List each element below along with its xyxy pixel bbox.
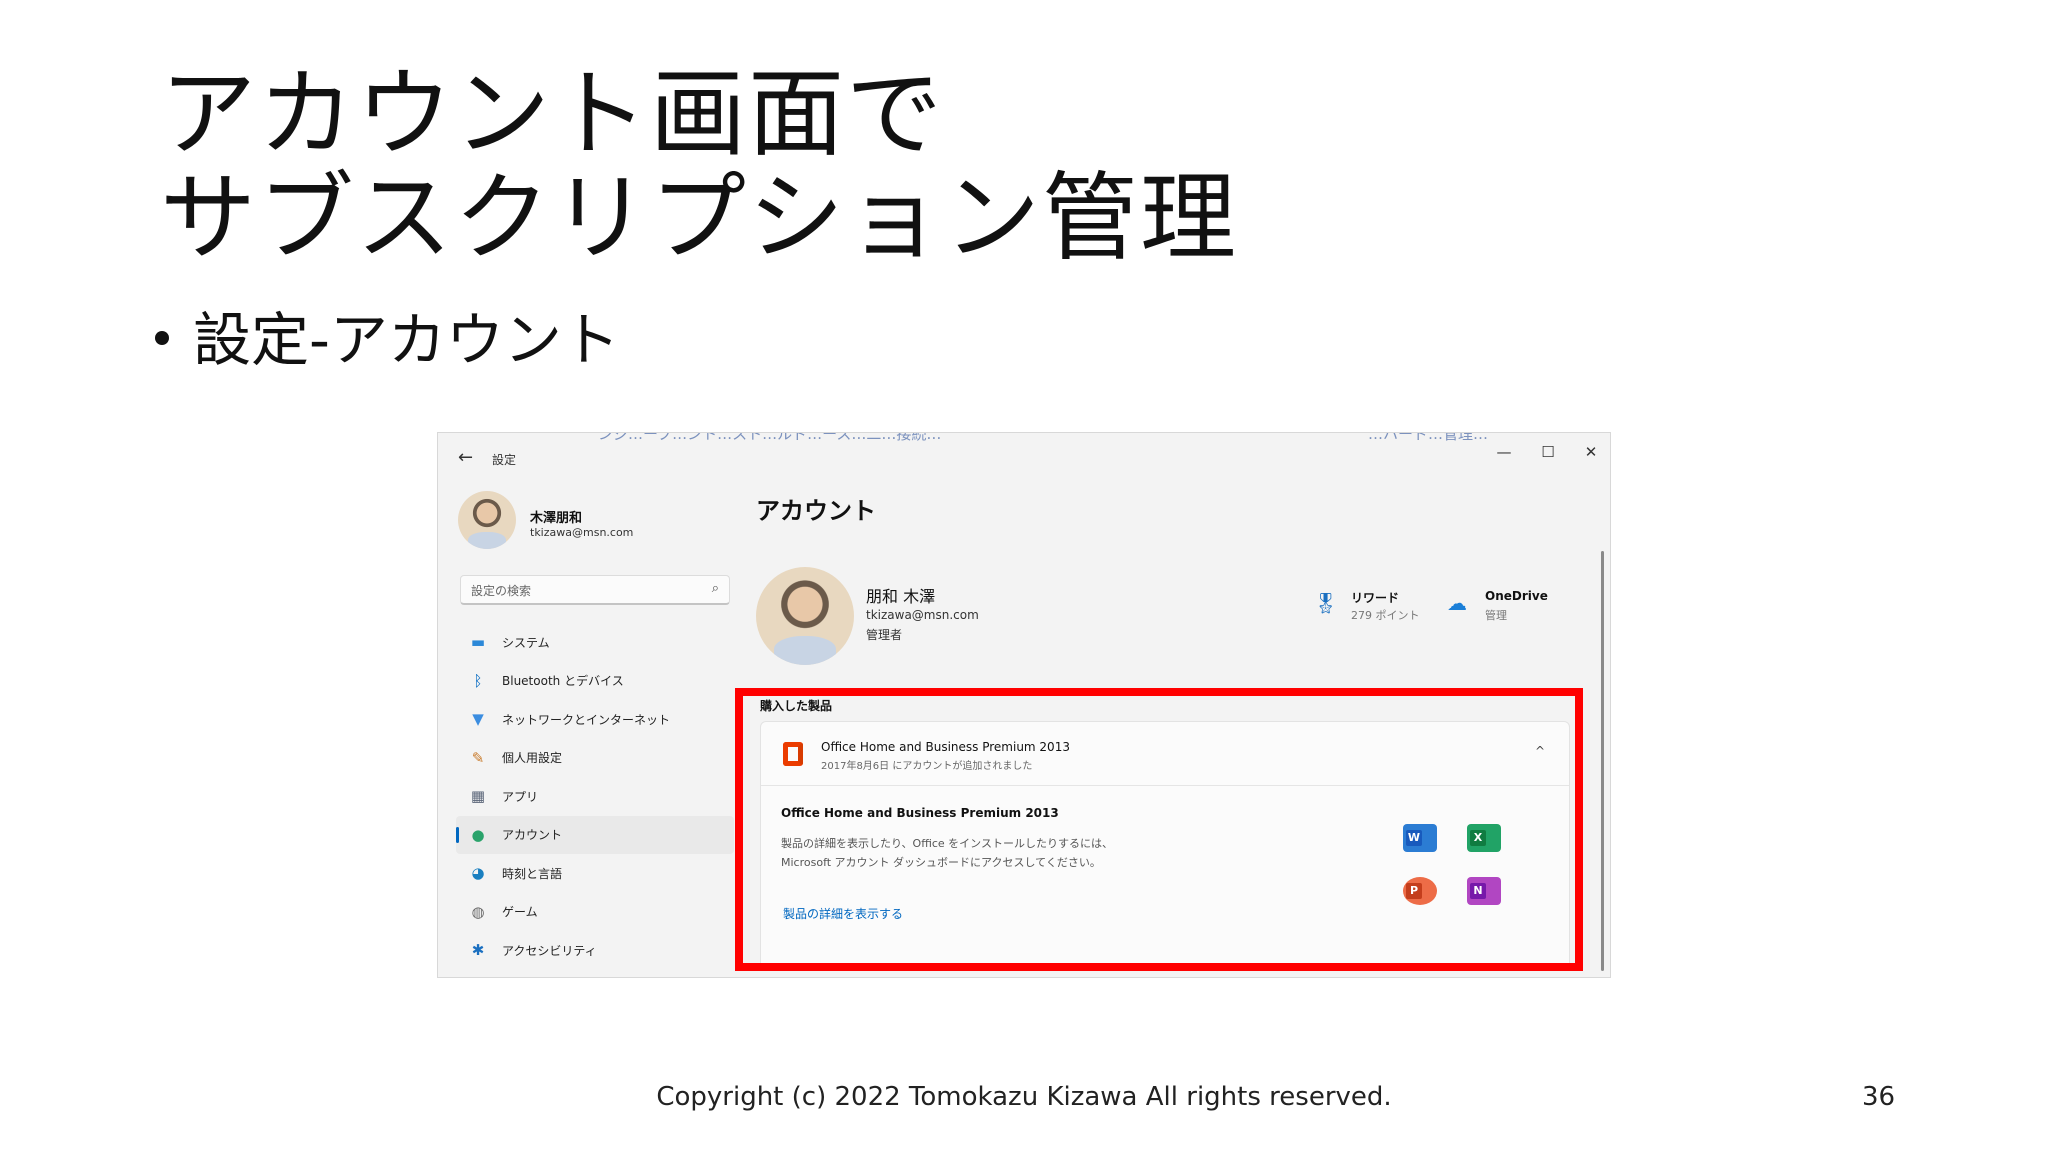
bullet-item: 設定-アカウント xyxy=(155,305,620,375)
slide-title-line2: サブスクリプション管理 xyxy=(160,162,1238,274)
title-bar: ← 設定 — ☐ ✕ xyxy=(438,433,1610,477)
sidebar-user-email: tkizawa@msn.com xyxy=(530,526,634,539)
rewards-subtitle: 279 ポイント xyxy=(1351,609,1420,622)
sidebar-item-3[interactable]: ✎ 個人用設定 xyxy=(456,739,734,778)
scrollbar[interactable] xyxy=(1601,551,1604,971)
profile-name: 朋和 木澤 xyxy=(866,587,936,606)
window-title: 設定 xyxy=(492,453,517,467)
close-button[interactable]: ✕ xyxy=(1576,441,1606,463)
sidebar-item-label: アクセシビリティ xyxy=(502,943,597,958)
sidebar-user-name: 木澤朋和 xyxy=(530,511,583,526)
highlight-box xyxy=(735,688,1583,971)
apps-icon: ▦ xyxy=(470,787,486,806)
sidebar-item-label: 時刻と言語 xyxy=(502,866,563,881)
sidebar-item-label: 個人用設定 xyxy=(502,751,563,766)
sidebar-item-label: ゲーム xyxy=(502,905,538,920)
back-arrow-icon[interactable]: ← xyxy=(458,447,473,468)
cloud-icon: ☁ xyxy=(1447,591,1467,615)
sidebar-item-label: アカウント xyxy=(502,828,563,843)
monitor-icon: ▬ xyxy=(470,633,486,652)
sidebar-item-label: ネットワークとインターネット xyxy=(502,712,671,727)
settings-window-screenshot: ンジ…ープ…ント…スト…ルド…ース…二…接続… …ハード…管理… ← 設定 — … xyxy=(437,432,1611,978)
wifi-icon: ▼ xyxy=(472,710,484,729)
sidebar-item-7[interactable]: ◍ ゲーム xyxy=(456,893,734,932)
sidebar-item-5[interactable]: ● アカウント xyxy=(456,815,734,854)
sidebar-item-label: アプリ xyxy=(502,789,539,804)
sidebar-item-8[interactable]: ✱ アクセシビリティ xyxy=(456,931,734,970)
sidebar-nav: ▬ システム ᛒ Bluetooth とデバイス ▼ ネットワークとインターネット ✎ 個人用… xyxy=(456,623,734,970)
sidebar-item-label: Bluetooth とデバイス xyxy=(502,674,624,689)
sidebar-avatar[interactable] xyxy=(458,491,516,549)
search-icon: ⌕ xyxy=(711,581,719,596)
globe-icon: ◕ xyxy=(471,864,485,883)
rewards-icon: 🎖 xyxy=(1313,591,1339,615)
search-placeholder: 設定の検索 xyxy=(471,584,532,598)
bullet-dot xyxy=(155,330,169,345)
page-title: アカウント xyxy=(756,497,876,525)
bluetooth-icon: ᛒ xyxy=(473,671,483,690)
sidebar-item-6[interactable]: ◕ 時刻と言語 xyxy=(456,854,734,893)
slide-title-line1: アカウント画面で xyxy=(160,58,944,170)
settings-search-input[interactable]: 設定の検索 ⌕ xyxy=(460,575,730,605)
maximize-button[interactable]: ☐ xyxy=(1533,441,1563,463)
profile-role: 管理者 xyxy=(866,628,903,642)
onedrive-title[interactable]: OneDrive xyxy=(1485,589,1548,603)
copyright-footer: Copyright (c) 2022 Tomokazu Kizawa All r… xyxy=(656,1082,1392,1112)
page-number: 36 xyxy=(1862,1082,1896,1112)
minimize-button[interactable]: — xyxy=(1489,441,1519,463)
sidebar-item-2[interactable]: ▼ ネットワークとインターネット xyxy=(456,700,734,739)
bullet-text: 設定-アカウント xyxy=(193,306,620,374)
profile-avatar xyxy=(756,567,854,665)
profile-email: tkizawa@msn.com xyxy=(866,608,979,622)
slide-title: アカウント画面で サブスクリプション管理 xyxy=(160,62,1238,270)
sidebar-item-4[interactable]: ▦ アプリ xyxy=(456,777,734,816)
person-icon: ● xyxy=(471,825,485,844)
rewards-title[interactable]: リワード xyxy=(1351,589,1399,606)
sidebar-item-0[interactable]: ▬ システム xyxy=(456,623,734,662)
onedrive-subtitle: 管理 xyxy=(1485,609,1507,622)
sidebar-item-1[interactable]: ᛒ Bluetooth とデバイス xyxy=(456,662,734,701)
accessibility-icon: ✱ xyxy=(471,941,485,960)
brush-icon: ✎ xyxy=(471,748,485,767)
gamepad-icon: ◍ xyxy=(471,902,485,921)
sidebar-item-label: システム xyxy=(502,635,550,650)
